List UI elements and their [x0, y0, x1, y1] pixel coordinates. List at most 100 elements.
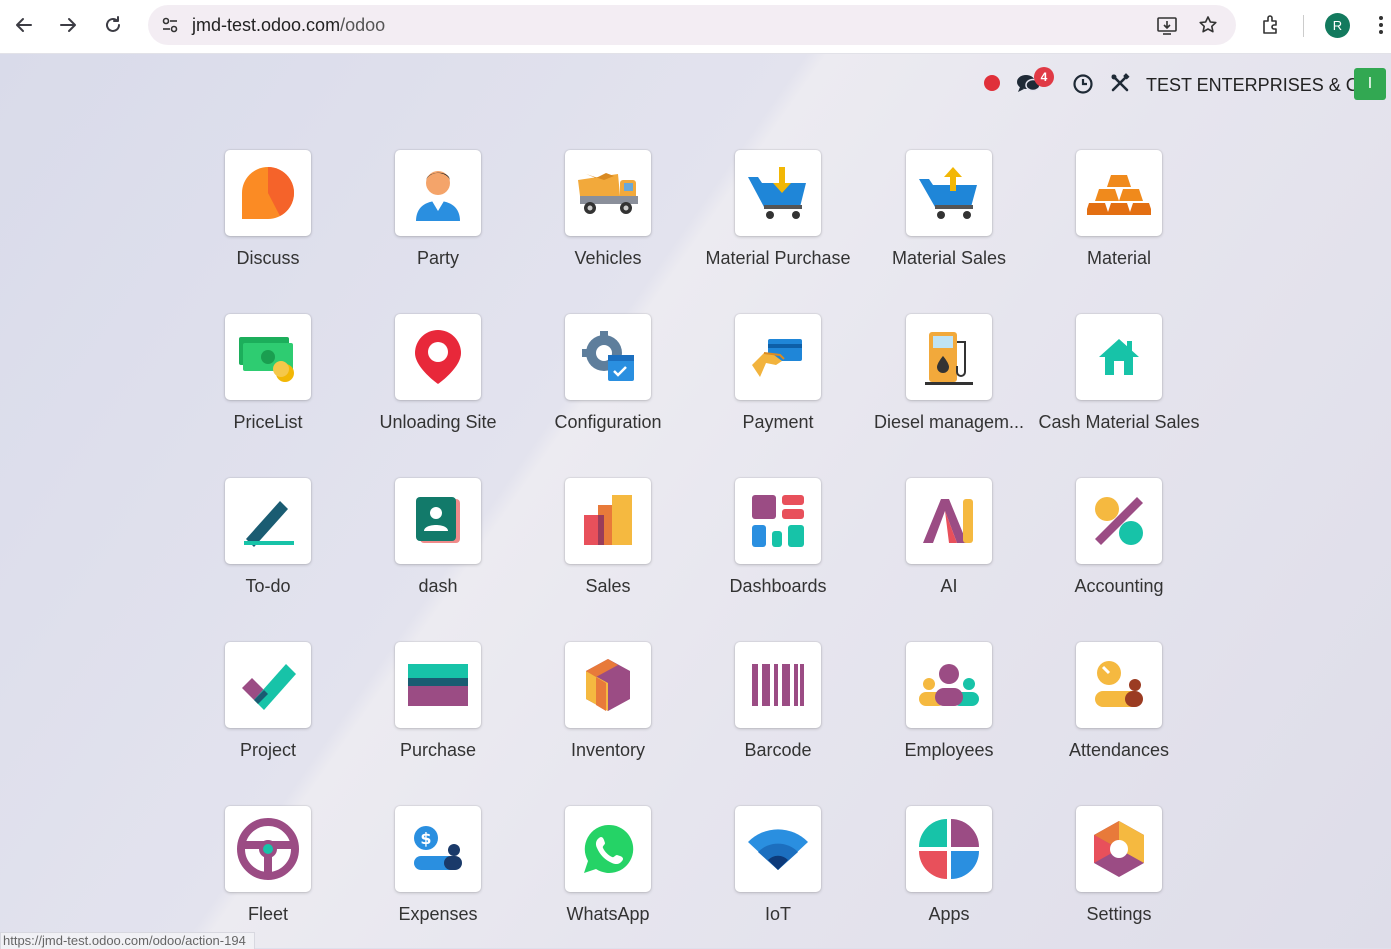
company-switcher[interactable]: TEST ENTERPRISES & CO	[1146, 75, 1373, 96]
recording-indicator-icon[interactable]	[984, 75, 1000, 91]
app-label: Party	[416, 248, 459, 268]
back-button[interactable]	[9, 10, 39, 40]
app-tile[interactable]	[906, 642, 992, 728]
app-tile[interactable]	[735, 150, 821, 236]
app-material-sales[interactable]: Material Sales	[864, 150, 1034, 290]
app-label: Barcode	[744, 740, 812, 760]
app-fleet[interactable]: Fleet	[183, 806, 353, 946]
app-tile[interactable]	[565, 314, 651, 400]
address-bar[interactable]: jmd-test.odoo.com/odoo	[148, 5, 1236, 45]
app-tile[interactable]	[225, 314, 311, 400]
user-avatar[interactable]: I	[1354, 68, 1386, 100]
app-accounting[interactable]: Accounting	[1034, 478, 1204, 618]
dashboard-tiles-icon	[752, 495, 804, 547]
app-whatsapp[interactable]: WhatsApp	[523, 806, 693, 946]
expenses-icon: $	[414, 826, 462, 870]
app-label: Unloading Site	[379, 412, 497, 432]
app-tile[interactable]	[735, 478, 821, 564]
app-label: Settings	[1086, 904, 1152, 924]
box-icon	[586, 659, 630, 711]
app-ai[interactable]: AI	[864, 478, 1034, 618]
app-tile[interactable]	[906, 314, 992, 400]
install-app-icon[interactable]	[1156, 15, 1178, 42]
app-settings[interactable]: Settings	[1034, 806, 1204, 946]
chat-count: 4	[1040, 70, 1048, 84]
extensions-icon[interactable]	[1260, 14, 1282, 41]
app-apps[interactable]: Apps	[864, 806, 1034, 946]
app-unloading-site[interactable]: Unloading Site	[353, 314, 523, 454]
app-to-do[interactable]: To-do	[183, 478, 353, 618]
attendance-icon	[1095, 661, 1143, 707]
app-diesel-management[interactable]: Diesel managem...	[864, 314, 1034, 454]
app-label: Fleet	[247, 904, 289, 924]
reload-icon	[106, 16, 120, 32]
app-label: Diesel managem...	[873, 412, 1025, 432]
app-expenses[interactable]: $ Expenses	[353, 806, 523, 946]
app-party[interactable]: Party	[353, 150, 523, 290]
app-discuss[interactable]: Discuss	[183, 150, 353, 290]
app-barcode[interactable]: Barcode	[693, 642, 863, 782]
reload-button[interactable]	[98, 10, 128, 40]
cart-up-icon	[919, 167, 977, 219]
app-project[interactable]: Project	[183, 642, 353, 782]
app-inventory[interactable]: Inventory	[523, 642, 693, 782]
app-material[interactable]: Material	[1034, 150, 1204, 290]
app-purchase[interactable]: Purchase	[353, 642, 523, 782]
app-dash[interactable]: dash	[353, 478, 523, 618]
app-label: WhatsApp	[566, 904, 650, 924]
app-tile[interactable]	[1076, 642, 1162, 728]
app-label: AI	[940, 576, 958, 596]
app-configuration[interactable]: Configuration	[523, 314, 693, 454]
app-tile[interactable]	[1076, 478, 1162, 564]
bookmark-star-icon[interactable]	[1198, 15, 1218, 40]
app-label: To-do	[245, 576, 291, 596]
app-tile[interactable]	[1076, 806, 1162, 892]
app-tile[interactable]	[565, 150, 651, 236]
app-attendances[interactable]: Attendances	[1034, 642, 1204, 782]
app-tile[interactable]	[225, 806, 311, 892]
app-tile[interactable]	[395, 642, 481, 728]
app-tile[interactable]	[565, 478, 651, 564]
app-iot[interactable]: IoT	[693, 806, 863, 946]
app-tile[interactable]	[906, 806, 992, 892]
profile-initial: R	[1332, 18, 1343, 33]
app-tile[interactable]	[225, 478, 311, 564]
app-tile[interactable]	[395, 478, 481, 564]
clock-icon[interactable]	[1072, 73, 1094, 100]
forward-button[interactable]	[53, 10, 83, 40]
gear-calendar-icon	[582, 331, 634, 381]
app-employees[interactable]: Employees	[864, 642, 1034, 782]
profile-avatar[interactable]: R	[1325, 13, 1350, 38]
app-vehicles[interactable]: Vehicles	[523, 150, 693, 290]
app-tile[interactable]	[906, 150, 992, 236]
app-tile[interactable]	[735, 806, 821, 892]
app-tile[interactable]	[1076, 314, 1162, 400]
app-material-purchase[interactable]: Material Purchase	[693, 150, 863, 290]
app-tile[interactable]	[395, 150, 481, 236]
arrow-left-icon	[16, 18, 32, 32]
arrow-right-icon	[60, 18, 76, 32]
app-tile[interactable]	[395, 314, 481, 400]
app-label: Sales	[585, 576, 631, 596]
app-pricelist[interactable]: PriceList	[183, 314, 353, 454]
app-label: Configuration	[554, 412, 662, 432]
app-payment[interactable]: Payment	[693, 314, 863, 454]
ai-icon	[923, 499, 973, 543]
app-tile[interactable]	[565, 642, 651, 728]
app-cash-material-sales[interactable]: Cash Material Sales	[1034, 314, 1204, 454]
app-tile[interactable]	[906, 478, 992, 564]
app-label: Dashboards	[729, 576, 827, 596]
app-tile[interactable]	[225, 642, 311, 728]
app-tile[interactable]	[1076, 150, 1162, 236]
app-tile[interactable]	[735, 642, 821, 728]
menu-kebab-icon[interactable]	[1375, 14, 1387, 41]
app-dashboards[interactable]: Dashboards	[693, 478, 863, 618]
site-settings-icon[interactable]	[160, 15, 180, 40]
app-sales[interactable]: Sales	[523, 478, 693, 618]
app-tile[interactable]: $	[395, 806, 481, 892]
app-tile[interactable]	[225, 150, 311, 236]
tools-icon[interactable]	[1109, 72, 1131, 99]
app-tile[interactable]	[735, 314, 821, 400]
settings-hexagon-icon	[1094, 821, 1144, 877]
app-tile[interactable]	[565, 806, 651, 892]
